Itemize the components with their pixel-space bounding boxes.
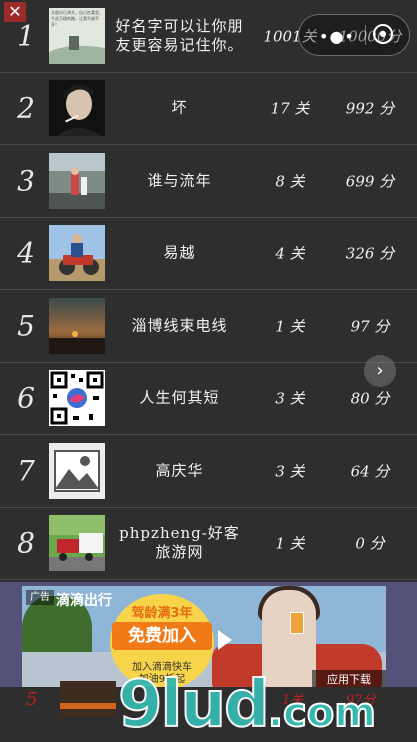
leaderboard-row[interactable]: 3 谁与流年 8 关 699 分 xyxy=(0,145,417,218)
avatar: 大部分已鸿大，自己在柔里，千丝万缕的路，让我不放不开！ xyxy=(49,7,105,64)
close-button[interactable]: ✕ xyxy=(4,2,26,22)
leaderboard-row[interactable]: 5 淄博线束电线 1 关 97 分 xyxy=(0,290,417,363)
rank-number: 1 xyxy=(17,19,35,53)
player-name: 易越 xyxy=(163,243,196,262)
score-value: 0 分 xyxy=(355,534,385,553)
ad-brand: 滴滴出行 xyxy=(56,593,112,609)
player-name: phpzheng-好客旅游网 xyxy=(119,524,240,562)
more-menu-icon[interactable]: •●• xyxy=(319,27,355,46)
levels-count: 17 关 xyxy=(270,99,310,118)
avatar xyxy=(49,515,105,572)
rank-number: 8 xyxy=(17,526,35,560)
levels-count: 1 关 xyxy=(275,317,305,336)
rank-number: 6 xyxy=(17,381,35,415)
leaderboard-row[interactable]: 2 坏 17 关 992 分 xyxy=(0,73,417,145)
leaderboard-list: 1 大部分已鸿大，自己在柔里，千丝万缕的路，让我不放不开！ 好名字可以让你朋友更… xyxy=(0,0,417,580)
close-target-icon[interactable] xyxy=(373,24,393,44)
avatar xyxy=(49,225,105,282)
ad-tag: 广告 xyxy=(26,590,54,605)
score-value: 97 分 xyxy=(350,317,390,336)
site-watermark-logo: 9lud.com xyxy=(117,667,377,742)
levels-count: 3 关 xyxy=(275,462,305,481)
rank-number: 5 xyxy=(26,689,38,710)
score-value: 326 分 xyxy=(345,244,395,263)
watermark-main: 9lud xyxy=(117,667,271,742)
watermark-suffix: .com xyxy=(267,689,377,737)
rank-number: 7 xyxy=(17,454,35,488)
score-value: 80 分 xyxy=(350,389,390,408)
rank-number: 2 xyxy=(17,91,35,125)
avatar-caption: 大部分已鸿大，自己在柔里，千丝万缕的路，让我不放不开！ xyxy=(51,9,103,27)
levels-count: 1 关 xyxy=(275,534,305,553)
levels-count: 3 关 xyxy=(275,389,305,408)
levels-count: 4 关 xyxy=(275,244,305,263)
levels-count: 8 关 xyxy=(275,172,305,191)
player-name: 好名字可以让你朋友更容易记住你。 xyxy=(115,16,244,54)
avatar xyxy=(49,297,105,354)
image-placeholder-icon xyxy=(49,442,105,499)
chevron-right-icon[interactable]: › xyxy=(364,355,396,387)
player-name: 谁与流年 xyxy=(147,171,212,190)
rank-number: 4 xyxy=(17,236,35,270)
capsule-divider xyxy=(365,25,366,45)
score-value: 64 分 xyxy=(350,462,390,481)
phone-icon xyxy=(290,612,304,634)
free-join-button[interactable]: 免费加入 xyxy=(112,622,212,650)
player-name: 高庆华 xyxy=(155,461,204,480)
leaderboard-row[interactable]: 7 高庆华 3 关 64 分 xyxy=(0,435,417,508)
leaderboard-row[interactable]: 4 易越 4 关 326 分 xyxy=(0,218,417,290)
avatar xyxy=(60,681,116,717)
avatar xyxy=(49,80,105,137)
leaderboard-row[interactable]: 6 人生何其短 3 关 80 分 xyxy=(0,363,417,435)
avatar xyxy=(49,152,105,209)
play-icon[interactable] xyxy=(218,630,232,650)
score-value: 992 分 xyxy=(345,99,395,118)
avatar xyxy=(49,370,105,427)
player-name: 人生何其短 xyxy=(139,388,220,407)
player-name: 淄博线束电线 xyxy=(131,316,228,335)
rank-number: 5 xyxy=(17,309,35,343)
score-value: 699 分 xyxy=(345,172,395,191)
mini-program-capsule: •●• xyxy=(298,14,410,56)
ad-condition: 驾龄满3年 xyxy=(131,606,193,621)
rank-number: 3 xyxy=(17,164,35,198)
leaderboard-row[interactable]: 8 phpzheng-好客旅游网 1 关 0 分 xyxy=(0,508,417,580)
player-name: 坏 xyxy=(171,98,188,117)
